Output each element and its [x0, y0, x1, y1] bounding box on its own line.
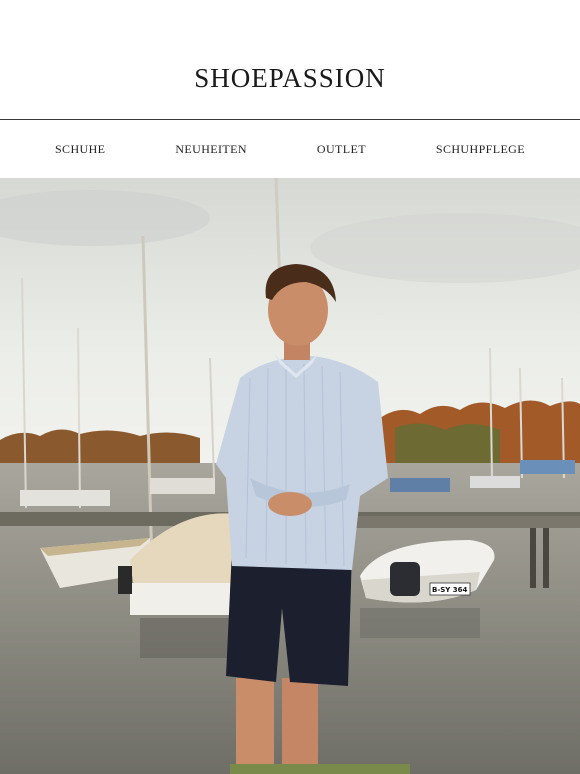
clasped-hands [268, 492, 312, 516]
nav-item-schuhpflege[interactable]: SCHUHPFLEGE [436, 142, 525, 157]
main-navigation: SCHUHE NEUHEITEN OUTLET SCHUHPFLEGE [0, 120, 580, 178]
boat-registration: B-SY 364 [432, 586, 468, 594]
hero-image: B-SY 364 [0, 178, 580, 774]
site-header: SHOEPASSION [0, 0, 580, 120]
nav-item-outlet[interactable]: OUTLET [317, 142, 366, 157]
tree-line [0, 429, 200, 468]
nav-item-neuheiten[interactable]: NEUHEITEN [175, 142, 247, 157]
navy-shorts [226, 550, 352, 686]
brand-logo[interactable]: SHOEPASSION [194, 63, 386, 94]
hero-banner[interactable]: B-SY 364 [0, 178, 580, 774]
nav-item-schuhe[interactable]: SCHUHE [55, 142, 105, 157]
